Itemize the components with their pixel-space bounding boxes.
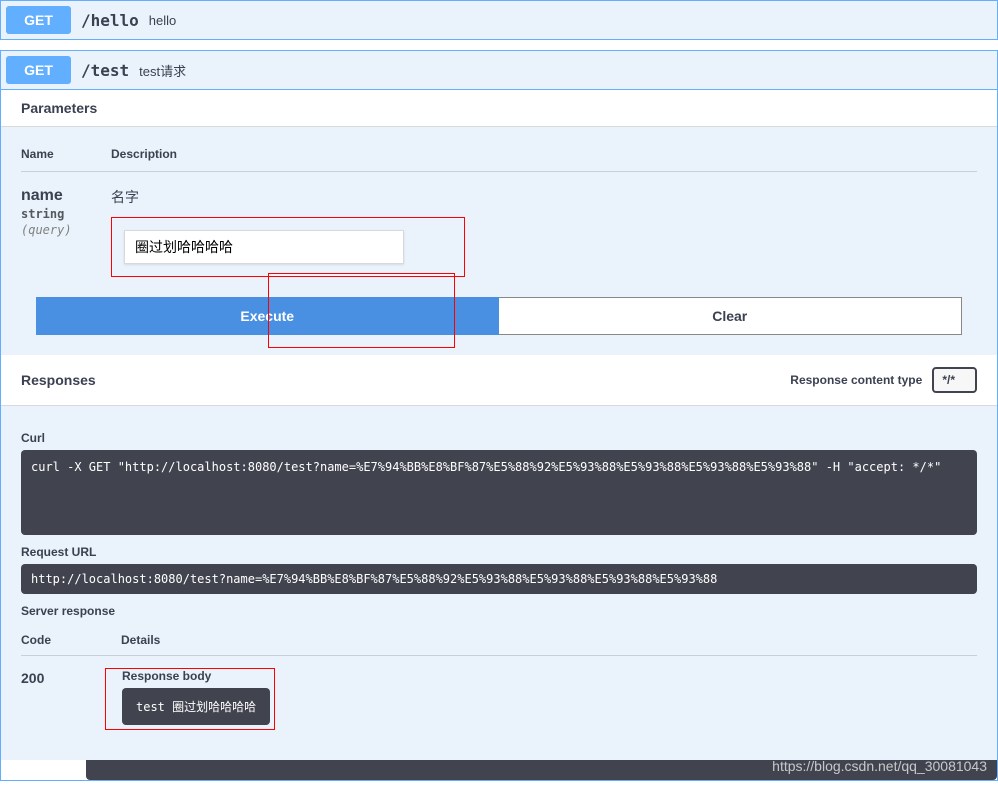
param-type: string xyxy=(21,207,111,221)
response-details: Response body test 圈过划哈哈哈哈 xyxy=(121,668,977,730)
param-desc-cell: 名字 xyxy=(111,187,977,277)
responses-header: Responses Response content type */* xyxy=(1,355,997,406)
bottom-bar: https://blog.csdn.net/qq_30081043 xyxy=(1,760,997,780)
server-response-label: Server response xyxy=(21,604,977,618)
responses-section: Curl curl -X GET "http://localhost:8080/… xyxy=(1,406,997,760)
code-column: Code xyxy=(21,633,121,647)
param-description: 名字 xyxy=(111,187,977,207)
parameters-title: Parameters xyxy=(21,100,97,116)
param-row: name string (query) 名字 xyxy=(21,187,977,277)
request-url-label: Request URL xyxy=(21,545,977,559)
endpoint-path: /test xyxy=(81,61,129,80)
parameters-section: Name Description name string (query) 名字 … xyxy=(1,127,997,355)
response-body-value[interactable]: test 圈过划哈哈哈哈 xyxy=(122,688,270,725)
response-row: 200 Response body test 圈过划哈哈哈哈 xyxy=(21,668,977,730)
highlight-box-input xyxy=(111,217,465,277)
clear-button[interactable]: Clear xyxy=(499,297,963,335)
http-method-badge: GET xyxy=(6,56,71,84)
operation-summary-test[interactable]: GET /test test请求 xyxy=(1,51,997,90)
response-content-type: Response content type */* xyxy=(790,367,977,393)
highlight-box-response: Response body test 圈过划哈哈哈哈 xyxy=(105,668,275,730)
details-column: Details xyxy=(121,633,977,647)
operation-hello: GET /hello hello xyxy=(0,0,998,40)
response-content-type-select[interactable]: */* xyxy=(932,367,977,393)
operation-test: GET /test test请求 Parameters Name Descrip… xyxy=(0,50,998,781)
curl-label: Curl xyxy=(21,431,977,445)
param-name: name xyxy=(21,187,111,205)
param-value-input[interactable] xyxy=(124,230,404,264)
param-name-cell: name string (query) xyxy=(21,187,111,237)
endpoint-path: /hello xyxy=(81,11,139,30)
responses-title: Responses xyxy=(21,372,96,388)
http-method-badge: GET xyxy=(6,6,71,34)
execute-button[interactable]: Execute xyxy=(36,297,499,335)
param-in: (query) xyxy=(21,223,111,237)
watermark: https://blog.csdn.net/qq_30081043 xyxy=(772,758,987,774)
response-body-label: Response body xyxy=(122,669,270,683)
endpoint-desc: test请求 xyxy=(139,61,186,80)
parameters-header: Parameters xyxy=(1,90,997,127)
response-table-head: Code Details xyxy=(21,633,977,656)
endpoint-desc: hello xyxy=(149,13,176,28)
curl-command[interactable]: curl -X GET "http://localhost:8080/test?… xyxy=(21,450,977,535)
request-url-value[interactable]: http://localhost:8080/test?name=%E7%94%B… xyxy=(21,564,977,594)
operation-summary-hello[interactable]: GET /hello hello xyxy=(0,0,998,40)
col-name: Name xyxy=(21,147,111,161)
col-description: Description xyxy=(111,147,977,161)
execute-row: Execute Clear xyxy=(36,297,962,335)
response-content-type-label: Response content type xyxy=(790,373,922,387)
param-table-head: Name Description xyxy=(21,147,977,172)
